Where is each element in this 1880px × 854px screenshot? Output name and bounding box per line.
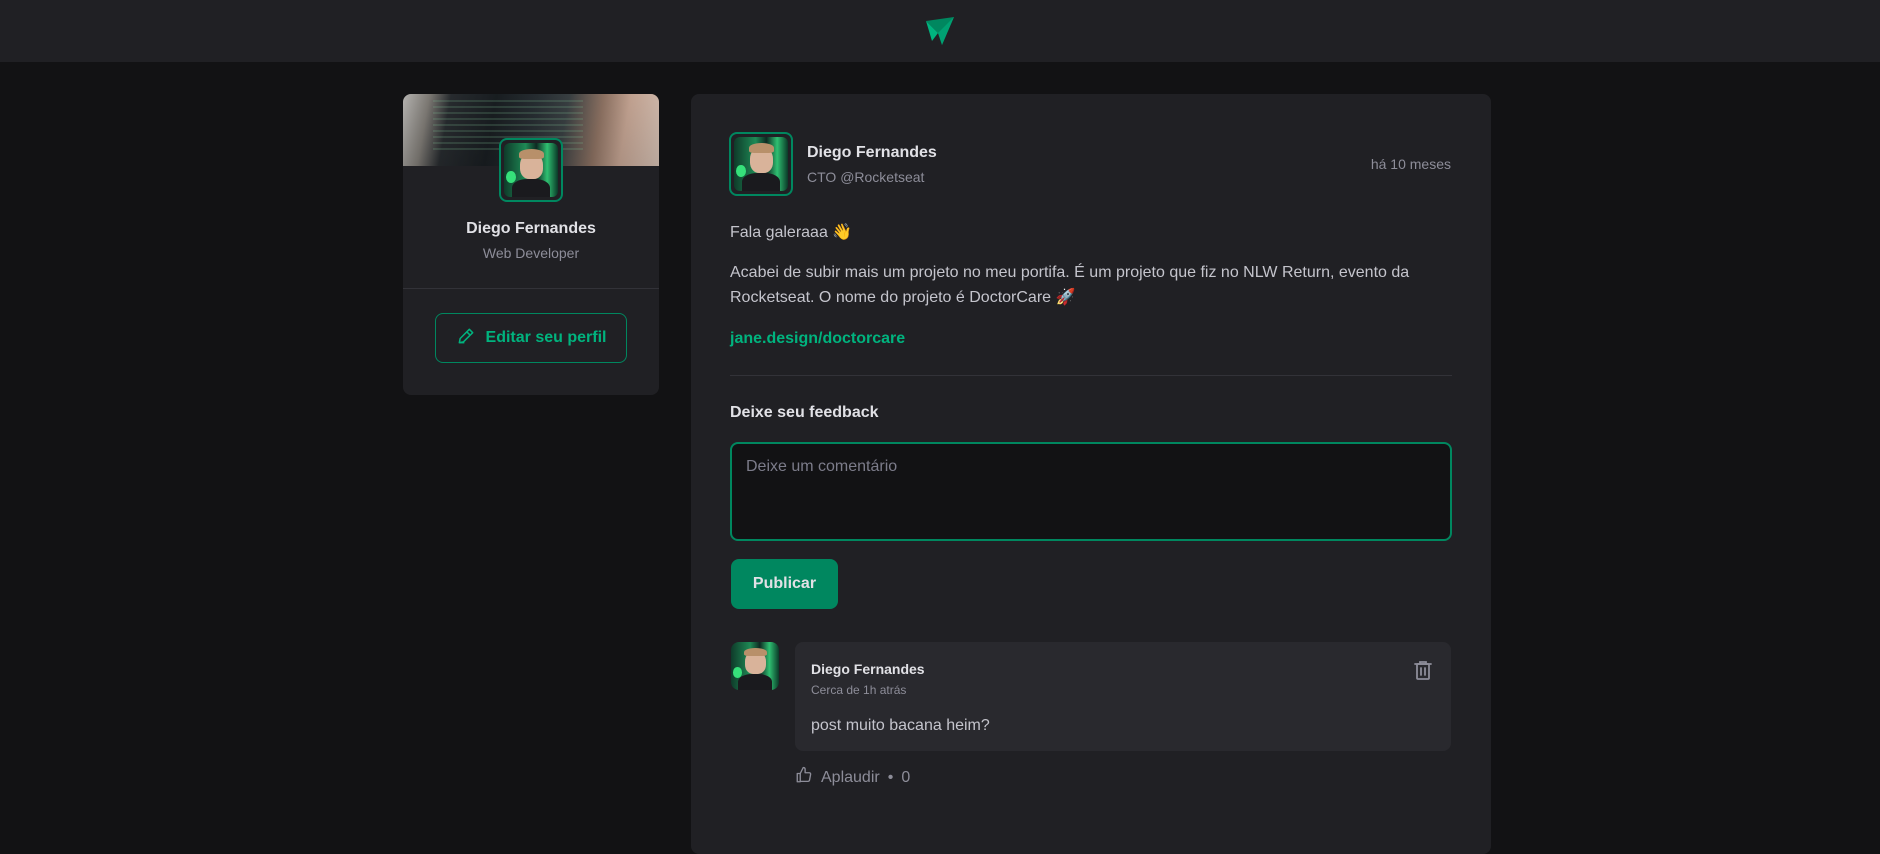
top-header	[0, 0, 1880, 62]
pencil-icon	[456, 326, 476, 351]
post-link[interactable]: jane.design/doctorcare	[730, 330, 905, 348]
post-paragraph: Acabei de subir mais um projeto no meu p…	[730, 264, 1410, 306]
profile-name: Diego Fernandes	[466, 220, 596, 237]
profile-avatar	[499, 138, 563, 202]
post-author-role: CTO @Rocketseat	[807, 169, 925, 185]
post-card: Diego Fernandes CTO @Rocketseat há 10 me…	[691, 94, 1491, 854]
applaud-button[interactable]: Aplaudir • 0	[795, 766, 910, 789]
rocket-paper-plane-logo-icon[interactable]	[920, 11, 960, 51]
comment-time: Cerca de 1h atrás	[811, 683, 907, 697]
comment-author-name: Diego Fernandes	[811, 661, 925, 677]
post-author-name: Diego Fernandes	[807, 144, 937, 161]
post-divider	[730, 375, 1452, 376]
post-author-avatar[interactable]	[729, 132, 793, 196]
thumbs-up-icon	[795, 766, 813, 789]
trash-icon[interactable]	[1411, 658, 1435, 682]
profile-sidebar: Diego Fernandes Web Developer Editar seu…	[403, 94, 659, 395]
feedback-title: Deixe seu feedback	[730, 404, 879, 421]
edit-profile-button[interactable]: Editar seu perfil	[435, 313, 627, 363]
comment-input[interactable]	[730, 442, 1452, 541]
publish-button[interactable]: Publicar	[731, 559, 838, 609]
comment-text: post muito bacana heim?	[811, 717, 990, 734]
sidebar-divider	[403, 288, 659, 289]
comment-author-avatar[interactable]	[731, 642, 779, 690]
applaud-count: 0	[901, 768, 911, 786]
profile-role: Web Developer	[482, 245, 580, 261]
applaud-label: Aplaudir	[821, 768, 880, 786]
comment-card: Diego Fernandes Cerca de 1h atrás post m…	[795, 642, 1451, 751]
post-published-time: há 10 meses	[1370, 156, 1451, 172]
edit-profile-label: Editar seu perfil	[485, 329, 607, 346]
applaud-separator: •	[887, 768, 894, 786]
post-paragraph: Fala galeraaa 👋	[730, 224, 853, 241]
